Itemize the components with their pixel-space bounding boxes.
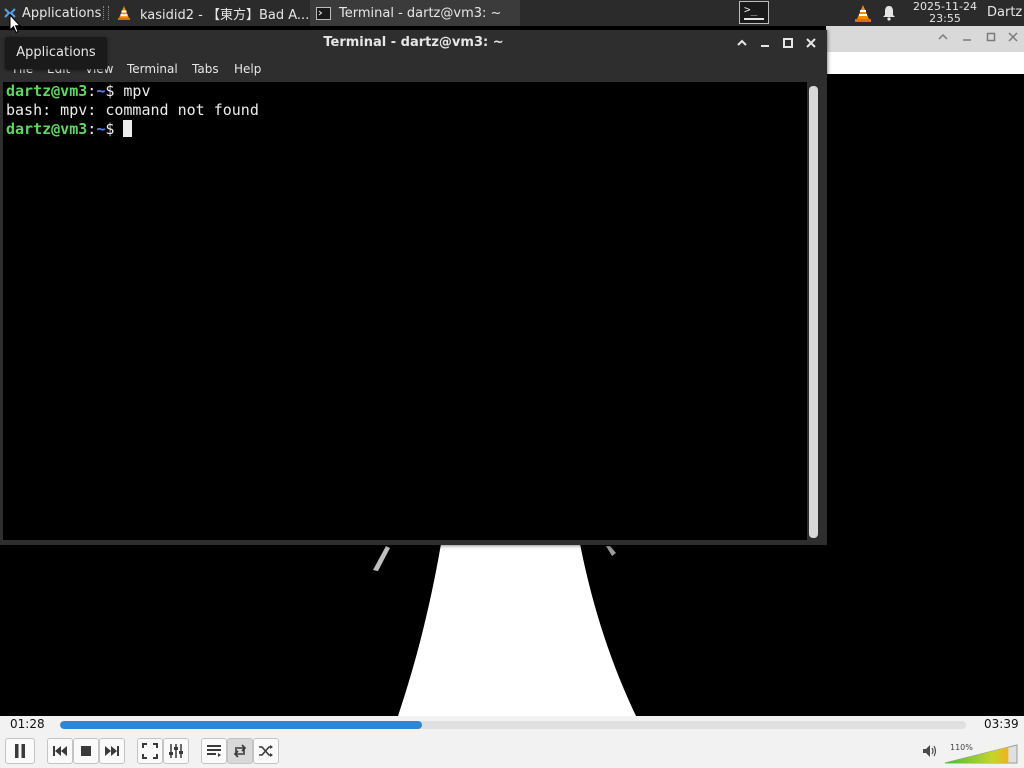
menu-tabs[interactable]: Tabs xyxy=(192,62,219,76)
user-menu[interactable]: Dartz xyxy=(987,5,1022,20)
terminal-menubar: File Edit View Terminal Tabs Help xyxy=(0,60,827,80)
applications-label: Applications xyxy=(22,5,102,21)
fullscreen-icon xyxy=(142,743,158,759)
vlc-controls: 01:28 03:39 110% xyxy=(0,716,1024,768)
typed-command: mpv xyxy=(123,82,151,100)
notification-bell-icon[interactable] xyxy=(882,5,896,25)
seek-bar[interactable] xyxy=(60,721,966,729)
mouse-pointer-icon xyxy=(9,14,21,34)
command-output: bash: mpv: command not found xyxy=(6,101,259,119)
terminal-launcher-icon[interactable]: >_ xyxy=(739,1,769,24)
fullscreen-button[interactable] xyxy=(137,738,163,764)
panel-separator xyxy=(103,6,109,20)
prompt-path: ~ xyxy=(96,120,106,138)
terminal-title: Terminal - dartz@vm3: ~ xyxy=(323,35,504,50)
loop-button[interactable] xyxy=(227,738,253,764)
applications-tooltip: Applications xyxy=(5,37,107,69)
taskbar-item-label: Terminal - dartz@vm3: ~ xyxy=(339,5,502,21)
close-icon[interactable] xyxy=(1008,32,1018,44)
prompt-path: ~ xyxy=(96,82,106,100)
loop-icon xyxy=(233,744,247,758)
playlist-icon xyxy=(207,745,221,757)
terminal-window: Terminal - dartz@vm3: ~ File Edit View T… xyxy=(0,30,827,545)
prompt-user-host: dartz@vm3 xyxy=(6,120,88,138)
terminal-titlebar[interactable]: Terminal - dartz@vm3: ~ xyxy=(0,30,827,56)
pause-button[interactable] xyxy=(5,738,35,764)
pause-icon xyxy=(15,744,25,758)
total-time: 03:39 xyxy=(984,717,1019,731)
maximize-icon[interactable] xyxy=(986,32,996,44)
extended-settings-button[interactable] xyxy=(163,738,189,764)
terminal-window-icon xyxy=(316,6,331,20)
stop-icon xyxy=(81,746,91,756)
taskbar-item-vlc[interactable]: kasidid2 - 【東方】Bad A... xyxy=(110,0,322,26)
vlc-cone-icon xyxy=(116,5,132,21)
previous-icon xyxy=(53,746,67,756)
clock-time: 23:55 xyxy=(929,12,961,25)
next-icon xyxy=(105,746,119,756)
next-button[interactable] xyxy=(99,738,125,764)
vlc-titlebar xyxy=(826,26,1024,52)
collapse-up-icon[interactable] xyxy=(733,34,751,52)
menu-terminal[interactable]: Terminal xyxy=(127,62,178,76)
volume-icon xyxy=(923,745,937,757)
elapsed-time: 01:28 xyxy=(10,717,45,731)
vlc-menubar xyxy=(826,52,1024,75)
mute-button[interactable] xyxy=(919,738,941,764)
close-icon[interactable] xyxy=(802,34,820,52)
terminal-line: dartz@vm3:~$ xyxy=(3,120,807,139)
collapse-up-icon[interactable] xyxy=(938,32,948,44)
seek-progress xyxy=(60,721,423,729)
terminal-output[interactable]: dartz@vm3:~$ mpv bash: mpv: command not … xyxy=(3,82,807,540)
top-panel: Applications kasidid2 - 【東方】Bad A... Ter… xyxy=(0,0,1024,26)
menu-help[interactable]: Help xyxy=(234,62,261,76)
taskbar-item-label: kasidid2 - 【東方】Bad A... xyxy=(140,7,310,23)
volume-level xyxy=(945,745,1009,763)
terminal-line: dartz@vm3:~$ mpv xyxy=(6,82,151,100)
vlc-tray-icon[interactable] xyxy=(853,4,873,27)
volume-slider[interactable] xyxy=(944,744,1018,764)
minimize-icon[interactable] xyxy=(962,32,972,44)
prompt-user-host: dartz@vm3 xyxy=(6,82,88,100)
playlist-button[interactable] xyxy=(201,738,227,764)
terminal-line: bash: mpv: command not found xyxy=(3,101,807,120)
shuffle-button[interactable] xyxy=(253,738,279,764)
panel-clock[interactable]: 2025-11-24 23:55 xyxy=(906,1,984,25)
stop-button[interactable] xyxy=(73,738,99,764)
maximize-icon[interactable] xyxy=(779,34,797,52)
minimize-icon[interactable] xyxy=(756,34,774,52)
taskbar-item-terminal[interactable]: Terminal - dartz@vm3: ~ xyxy=(310,0,520,26)
terminal-launcher-glyph: >_ xyxy=(744,3,758,16)
shuffle-icon xyxy=(259,745,273,757)
previous-button[interactable] xyxy=(47,738,73,764)
extended-settings-icon xyxy=(169,744,183,758)
text-cursor xyxy=(123,120,133,137)
terminal-scrollbar[interactable] xyxy=(809,86,818,538)
